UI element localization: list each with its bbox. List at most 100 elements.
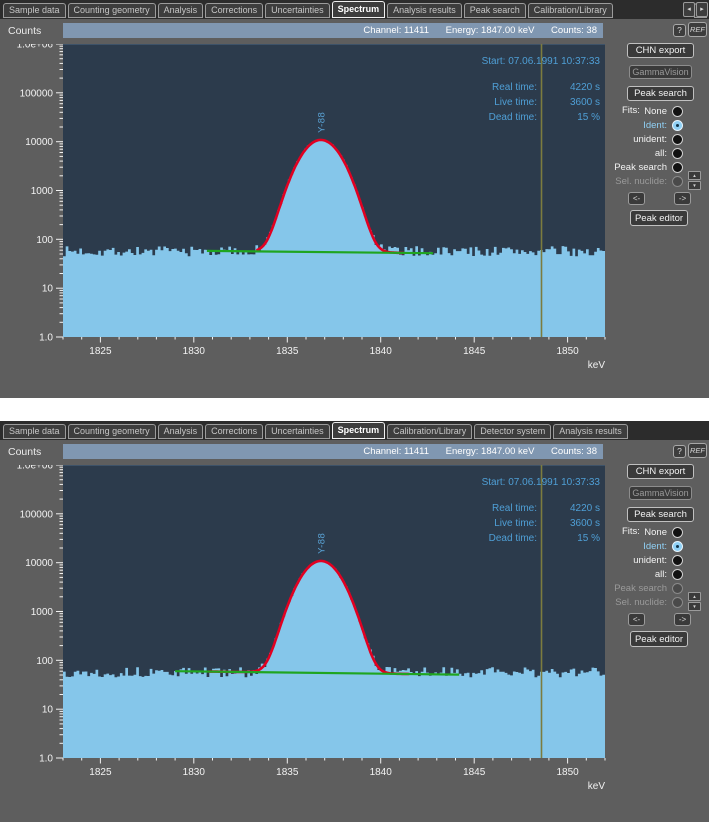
radio-row-none: None — [644, 105, 683, 117]
tab-bar: Sample dataCounting geometryAnalysisCorr… — [0, 0, 709, 19]
svg-text:10000: 10000 — [25, 137, 53, 148]
radio-none[interactable] — [672, 527, 683, 538]
spectrum-chart[interactable]: 1.0e+06100000100001000100101.01825183018… — [0, 44, 612, 384]
tab-corrections[interactable]: Corrections — [205, 3, 263, 18]
chn-export-button[interactable]: CHN export — [627, 43, 694, 58]
radio-none[interactable] — [672, 106, 683, 117]
status-energy: Energy: 1847.00 keV — [446, 446, 535, 457]
status-channel: Channel: 11411 — [363, 446, 429, 457]
peak-search-button[interactable]: Peak search — [627, 507, 694, 522]
radio-all[interactable] — [672, 569, 683, 580]
acq-row-label: Dead time: — [489, 533, 537, 544]
acq-row-value: 15 % — [577, 533, 600, 544]
ref-button[interactable]: REF — [688, 22, 707, 37]
radio-unident[interactable] — [672, 134, 683, 145]
radio-peak-search[interactable] — [672, 583, 683, 594]
svg-text:1845: 1845 — [463, 346, 486, 357]
radio-row-peak-search: Peak search — [614, 161, 683, 173]
tab-scroll-right-button[interactable]: ▸ — [696, 2, 708, 17]
tab-detector-system[interactable]: Detector system — [474, 424, 551, 439]
svg-text:1830: 1830 — [183, 767, 206, 778]
radio-label-peak-search: Peak search — [614, 162, 667, 173]
spinner-up-button[interactable]: ▲ — [688, 592, 701, 601]
acq-row-label: Real time: — [492, 503, 537, 514]
gamma-spectroscopy-app: Sample dataCounting geometryAnalysisCorr… — [0, 0, 709, 822]
svg-text:1.0e+06: 1.0e+06 — [17, 44, 54, 51]
radio-ident[interactable] — [672, 541, 683, 552]
spinner-down-button[interactable]: ▼ — [688, 181, 701, 190]
fits-label: Fits: — [622, 526, 640, 537]
x-axis-labels: 182518301835184018451850 — [89, 767, 579, 778]
tab-analysis[interactable]: Analysis — [158, 424, 204, 439]
radio-label-all: all: — [655, 569, 667, 580]
radio-row-none: None — [644, 526, 683, 538]
gammavision-button[interactable]: GammaVision — [629, 65, 692, 79]
peak-search-button[interactable]: Peak search — [627, 86, 694, 101]
svg-text:1.0: 1.0 — [39, 754, 53, 765]
tab-spectrum[interactable]: Spectrum — [332, 422, 386, 439]
radio-label-none: None — [644, 527, 667, 538]
previous-peak-button[interactable]: <- — [628, 613, 645, 626]
radio-label-ident: Ident: — [643, 120, 667, 131]
radio-unident[interactable] — [672, 555, 683, 566]
radio-label-all: all: — [655, 148, 667, 159]
help-button[interactable]: ? — [673, 24, 686, 37]
svg-text:1.0: 1.0 — [39, 333, 53, 344]
tab-bar: Sample dataCounting geometryAnalysisCorr… — [0, 421, 709, 440]
tab-sample-data[interactable]: Sample data — [3, 3, 66, 18]
spectrum-chart[interactable]: 1.0e+06100000100001000100101.01825183018… — [0, 465, 612, 805]
tab-peak-search[interactable]: Peak search — [464, 3, 526, 18]
tab-counting-geometry[interactable]: Counting geometry — [68, 3, 156, 18]
radio-sel-nuclide[interactable] — [672, 597, 683, 608]
svg-text:100: 100 — [36, 235, 53, 246]
tab-corrections[interactable]: Corrections — [205, 424, 263, 439]
y-axis-title: Counts — [8, 25, 41, 37]
radio-row-unident: unident: — [633, 554, 683, 566]
tab-sample-data[interactable]: Sample data — [3, 424, 66, 439]
help-button[interactable]: ? — [673, 445, 686, 458]
tab-analysis-results[interactable]: Analysis results — [387, 3, 462, 18]
radio-peak-search[interactable] — [672, 162, 683, 173]
tab-uncertainties[interactable]: Uncertainties — [265, 424, 330, 439]
tab-scroll-buttons: ◂▸ — [683, 2, 708, 17]
peak-editor-button[interactable]: Peak editor — [630, 210, 688, 226]
ref-button[interactable]: REF — [688, 443, 707, 458]
peak-editor-button[interactable]: Peak editor — [630, 631, 688, 647]
radio-row-sel-nuclide: Sel. nuclide: — [615, 175, 683, 187]
next-peak-button[interactable]: -> — [674, 192, 691, 205]
chn-export-button[interactable]: CHN export — [627, 464, 694, 479]
cursor-status-bar: Channel: 11411 Energy: 1847.00 keV Count… — [63, 444, 603, 459]
spectrum-panel-1: Sample dataCounting geometryAnalysisCorr… — [0, 0, 709, 398]
tab-calibration-library[interactable]: Calibration/Library — [387, 424, 472, 439]
svg-text:1835: 1835 — [276, 767, 299, 778]
gammavision-button[interactable]: GammaVision — [629, 486, 692, 500]
spinner-up-button[interactable]: ▲ — [688, 171, 701, 180]
x-axis-ticks — [63, 337, 605, 343]
radio-ident[interactable] — [672, 120, 683, 131]
start-time-text: Start: 07.06.1991 10:37:33 — [482, 477, 601, 488]
y-axis-labels: 1.0e+06100000100001000100101.0 — [17, 465, 54, 765]
y-axis-ticks — [56, 44, 63, 337]
spinner-down-button[interactable]: ▼ — [688, 602, 701, 611]
tab-analysis-results[interactable]: Analysis results — [553, 424, 628, 439]
next-peak-button[interactable]: -> — [674, 613, 691, 626]
tab-scroll-left-button[interactable]: ◂ — [683, 2, 695, 17]
tab-spectrum[interactable]: Spectrum — [332, 1, 386, 18]
tab-calibration-library[interactable]: Calibration/Library — [528, 3, 613, 18]
radio-sel-nuclide[interactable] — [672, 176, 683, 187]
status-energy: Energy: 1847.00 keV — [446, 25, 535, 36]
svg-text:100: 100 — [36, 656, 53, 667]
tab-counting-geometry[interactable]: Counting geometry — [68, 424, 156, 439]
x-axis-unit: keV — [588, 781, 606, 792]
status-channel: Channel: 11411 — [363, 25, 429, 36]
status-counts: Counts: 38 — [551, 25, 597, 36]
radio-all[interactable] — [672, 148, 683, 159]
svg-text:1.0e+06: 1.0e+06 — [17, 465, 54, 472]
svg-text:1825: 1825 — [89, 346, 112, 357]
svg-text:10000: 10000 — [25, 558, 53, 569]
svg-text:10: 10 — [42, 705, 54, 716]
previous-peak-button[interactable]: <- — [628, 192, 645, 205]
tab-uncertainties[interactable]: Uncertainties — [265, 3, 330, 18]
radio-row-all: all: — [655, 147, 683, 159]
tab-analysis[interactable]: Analysis — [158, 3, 204, 18]
